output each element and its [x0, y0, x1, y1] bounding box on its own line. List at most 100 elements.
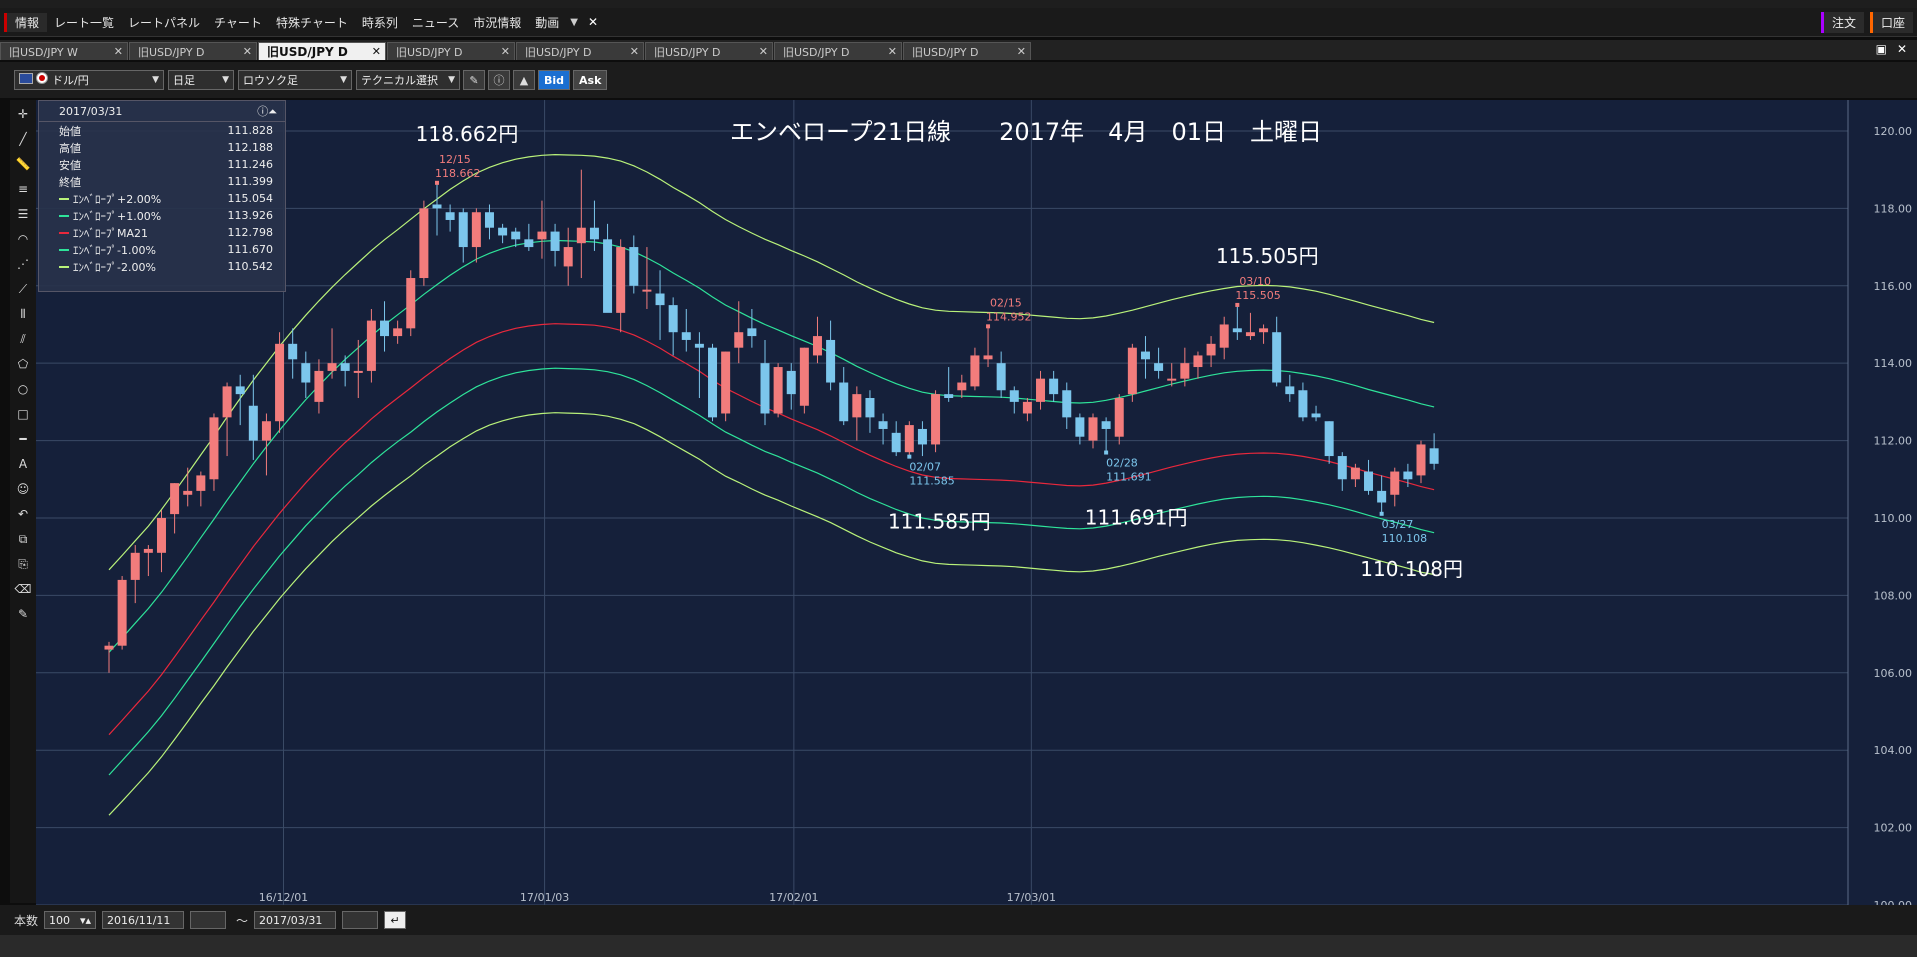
tab-0[interactable]: 旧USD/JPY W ✕ — [0, 42, 128, 60]
menu-item-special-chart[interactable]: 特殊チャート — [269, 14, 355, 31]
low-marker-value: 110.108 — [1382, 532, 1428, 545]
tab-close-icon[interactable]: ✕ — [501, 45, 510, 58]
ruler-tool-icon[interactable]: 📏 — [12, 153, 34, 175]
trendline-tool-icon[interactable]: ╱ — [12, 128, 34, 150]
chart-type-select[interactable]: ロウソク足 ▼ — [238, 70, 352, 90]
tab-close-icon[interactable]: ✕ — [114, 45, 123, 58]
candle-body — [235, 386, 245, 395]
tab-close-icon[interactable]: ✕ — [759, 45, 768, 58]
channel-tool-icon[interactable]: ☰ — [12, 203, 34, 225]
jp-flag-icon — [36, 72, 48, 84]
candle-body — [1311, 413, 1321, 418]
pair-select[interactable]: ドル/円 ▼ — [14, 70, 164, 90]
bid-button[interactable]: Bid — [538, 70, 571, 90]
menu-item-video[interactable]: 動画 — [528, 14, 566, 31]
tab-close-icon[interactable]: ✕ — [372, 45, 381, 58]
order-button[interactable]: 注文 — [1820, 11, 1864, 33]
candlestick-chart[interactable]: 100.00102.00104.00106.00108.00110.00112.… — [36, 100, 1917, 912]
candle-body — [1088, 417, 1098, 441]
to-time-input[interactable] — [342, 911, 379, 929]
tab-4[interactable]: 旧USD/JPY D ✕ — [516, 42, 644, 60]
ask-button[interactable]: Ask — [573, 70, 608, 90]
menu-more-icon[interactable]: ▼ — [566, 17, 582, 28]
menu-item-info[interactable]: 情報 — [4, 12, 48, 32]
tab-6[interactable]: 旧USD/JPY D ✕ — [774, 42, 902, 60]
account-button[interactable]: 口座 — [1869, 11, 1913, 33]
tab-close-icon[interactable]: ✕ — [630, 45, 639, 58]
stepper-icon[interactable]: ▾▴ — [80, 914, 91, 927]
crosshair-tool-icon[interactable]: ✛ — [12, 103, 34, 125]
menu-item-timeseries[interactable]: 時系列 — [355, 14, 405, 31]
tab-close-icon[interactable]: ✕ — [1017, 45, 1026, 58]
fib-arc-tool-icon[interactable]: ◠ — [12, 228, 34, 250]
tab-1[interactable]: 旧USD/JPY D ✕ — [129, 42, 257, 60]
menu-close-icon[interactable]: ✕ — [582, 15, 604, 29]
candle-body — [931, 394, 941, 445]
info-button[interactable]: ⓘ — [488, 70, 510, 90]
copy-tool-icon[interactable]: ⧉ — [12, 528, 34, 550]
pencil-button[interactable]: ✎ — [463, 70, 485, 90]
chart-area[interactable]: 100.00102.00104.00106.00108.00110.00112.… — [36, 100, 1917, 912]
tab-3[interactable]: 旧USD/JPY D ✕ — [387, 42, 515, 60]
window-controls: ▣ ✕ — [1876, 42, 1907, 56]
info-panel-toggle-icon[interactable]: ⓘ⏶ — [257, 103, 277, 119]
circle-tool-icon[interactable]: ○ — [12, 378, 34, 400]
candle-body — [1075, 417, 1085, 437]
bottom-bar: 本数 100 ▾▴ 2016/11/11 ～ 2017/03/31 ↵ — [0, 905, 1917, 935]
info-row-label: 高値 — [59, 141, 81, 155]
hline-tool-icon[interactable]: ≡ — [12, 178, 34, 200]
close-icon[interactable]: ✕ — [1897, 42, 1907, 56]
candle-body — [642, 289, 652, 292]
refresh-button[interactable]: ↵ — [384, 911, 407, 929]
period-select[interactable]: 日足 ▼ — [168, 70, 234, 90]
fan-tool-icon[interactable]: ⋰ — [12, 253, 34, 275]
from-time-input[interactable] — [190, 911, 227, 929]
menu-item-chart[interactable]: チャート — [207, 14, 269, 31]
technical-select[interactable]: テクニカル選択 ▼ — [356, 70, 460, 90]
text-tool-icon[interactable]: A — [12, 453, 34, 475]
clear-tool-icon[interactable]: ✎ — [12, 603, 34, 625]
plot-background — [36, 100, 1848, 905]
menu-item-rate-panel[interactable]: レートパネル — [121, 14, 207, 31]
candle-body — [183, 490, 193, 495]
info-row-value: 111.670 — [227, 243, 274, 256]
tab-2[interactable]: 旧USD/JPY D ✕ — [258, 42, 386, 60]
undo-tool-icon[interactable]: ↶ — [12, 503, 34, 525]
to-date-input[interactable]: 2017/03/31 — [254, 911, 337, 929]
pitchfork-tool-icon[interactable]: ⫽ — [12, 328, 34, 350]
candle-body — [839, 382, 849, 422]
candle-body — [209, 417, 219, 480]
high-marker-value: 115.505 — [1235, 289, 1281, 302]
emoji-tool-icon[interactable]: ☺ — [12, 478, 34, 500]
menu-item-market-info[interactable]: 市況情報 — [466, 14, 528, 31]
eraser-tool-icon[interactable]: ⌫ — [12, 578, 34, 600]
x-tick-label: 17/02/01 — [769, 891, 818, 904]
gann-tool-icon[interactable]: ⟋ — [12, 278, 34, 300]
mountain-button[interactable]: ▲ — [513, 70, 535, 90]
menu-item-news[interactable]: ニュース — [405, 14, 466, 31]
tab-close-icon[interactable]: ✕ — [888, 45, 897, 58]
menu-item-rate-list[interactable]: レート一覧 — [47, 14, 121, 31]
count-input[interactable]: 100 ▾▴ — [44, 911, 97, 929]
paste-tool-icon[interactable]: ⎘ — [12, 553, 34, 575]
info-row-value: 111.399 — [227, 175, 274, 188]
tab-7[interactable]: 旧USD/JPY D ✕ — [903, 42, 1031, 60]
candle-body — [1285, 386, 1295, 395]
from-date-input[interactable]: 2016/11/11 — [102, 911, 185, 929]
line-tool-icon[interactable]: ━ — [12, 428, 34, 450]
candle-body — [786, 370, 796, 395]
vlines-tool-icon[interactable]: ⦀ — [12, 303, 34, 325]
status-bar — [0, 935, 1917, 957]
polygon-tool-icon[interactable]: ⬠ — [12, 353, 34, 375]
chevron-down-icon: ▼ — [448, 75, 455, 85]
tab-close-icon[interactable]: ✕ — [243, 45, 252, 58]
rectangle-tool-icon[interactable]: □ — [12, 403, 34, 425]
candle-body — [1232, 328, 1242, 333]
low-marker-value: 111.585 — [909, 475, 955, 488]
info-row-value: 110.542 — [227, 260, 274, 273]
maximize-icon[interactable]: ▣ — [1876, 42, 1887, 56]
candle-body — [498, 227, 508, 236]
tab-5[interactable]: 旧USD/JPY D ✕ — [645, 42, 773, 60]
y-tick-label: 104.00 — [1874, 744, 1913, 757]
candle-body — [681, 332, 691, 340]
